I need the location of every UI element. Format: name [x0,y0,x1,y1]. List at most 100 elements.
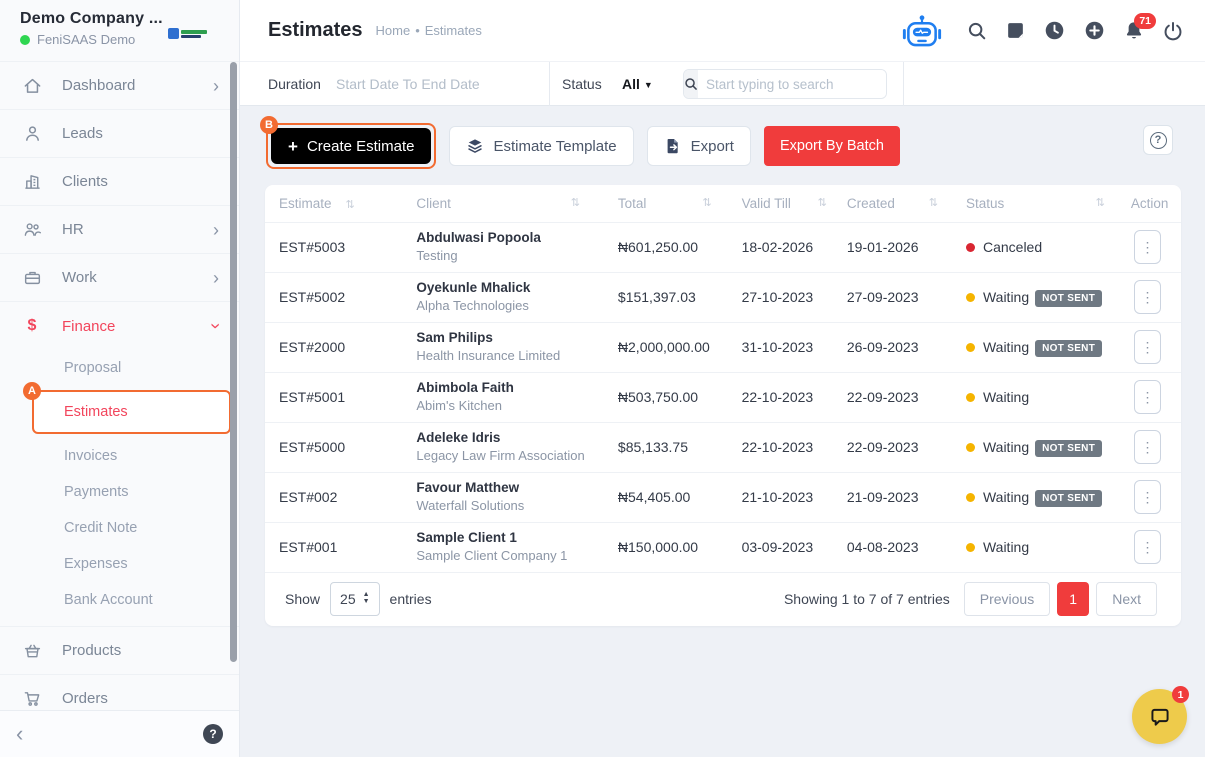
client-cell: Sample Client 1 Sample Client Company 1 [402,522,604,573]
valid-till-date: 31-10-2023 [727,322,833,373]
created-date: 04-08-2023 [832,522,952,573]
row-actions-button[interactable]: ⋮ [1134,380,1161,414]
export-by-batch-button[interactable]: Export By Batch [763,126,900,166]
history-clock-icon[interactable] [1044,20,1065,41]
kebab-menu-icon: ⋮ [1140,489,1155,505]
sidebar-item-hr[interactable]: HR › [0,206,239,254]
status-label: Waiting [982,339,1030,355]
row-actions-button[interactable]: ⋮ [1134,480,1161,514]
total-amount: ₦503,750.00 [603,372,728,423]
sort-icon[interactable]: ⇅ [818,196,827,209]
sidebar-scrollbar[interactable] [230,62,237,662]
sidebar-item-work[interactable]: Work › [0,254,239,302]
entries-label: entries [389,590,432,607]
action-cell: ⋮ [1116,472,1181,523]
estimates-table-body: EST#5003 Abdulwasi Popoola Testing ₦601,… [265,222,1181,573]
breadcrumb: Home • Estimates [376,23,482,38]
created-date: 22-09-2023 [832,422,952,473]
status-cell: Waiting NOT SENT [951,422,1117,473]
row-actions-button[interactable]: ⋮ [1134,280,1161,314]
sort-icon[interactable]: ⇅ [346,199,355,211]
home-icon [22,76,42,96]
column-header-status[interactable]: Status ⇅ [951,185,1117,223]
quick-add-plus-icon[interactable] [1084,20,1105,41]
row-actions-button[interactable]: ⋮ [1134,430,1161,464]
created-date: 19-01-2026 [832,222,952,273]
status-cell: Waiting NOT SENT [951,272,1117,323]
sort-icon[interactable]: ⇅ [571,196,580,209]
status-dot [965,443,975,452]
sidebar-item-payments[interactable]: Payments [0,474,239,510]
help-icon[interactable]: ? [203,724,223,744]
client-company: Testing [416,248,458,264]
people-icon [22,220,42,240]
column-header-client[interactable]: Client ⇅ [402,185,604,223]
select-arrows-icon: ▲ ▼ [362,591,370,605]
not-sent-badge: NOT SENT [1035,490,1103,507]
create-estimate-button[interactable]: + Create Estimate [271,128,432,164]
page-help-button[interactable]: ? [1143,125,1173,155]
sidebar-item-clients[interactable]: Clients [0,158,239,206]
next-page-button[interactable]: Next [1096,581,1157,616]
estimate-template-button[interactable]: Estimate Template [449,126,634,166]
sidebar-item-finance[interactable]: $ Finance › [0,302,239,350]
column-header-total[interactable]: Total ⇅ [603,185,728,223]
sidebar-item-label: Work [62,269,97,286]
client-company: Health Insurance Limited [416,348,561,364]
duration-range-input[interactable]: Start Date To End Date [336,62,480,106]
sidebar-item-label: Orders [62,690,108,707]
sidebar-item-credit-note[interactable]: Credit Note [0,510,239,546]
sort-icon[interactable]: ⇅ [929,196,938,209]
export-button[interactable]: Export [646,126,751,166]
current-page-button[interactable]: 1 [1057,581,1090,616]
sort-icon[interactable]: ⇅ [702,196,711,209]
previous-page-button[interactable]: Previous [963,581,1051,616]
status-dot [965,343,975,352]
total-amount: ₦54,405.00 [603,472,728,523]
ai-robot-icon[interactable] [902,14,942,47]
column-header-valid-till[interactable]: Valid Till ⇅ [727,185,833,223]
sidebar-item-label: Dashboard [62,77,136,94]
sidebar-item-dashboard[interactable]: Dashboard › [0,62,239,110]
sidebar-item-expenses[interactable]: Expenses [0,546,239,582]
feedback-note-icon[interactable] [1006,21,1025,40]
sort-icon[interactable]: ⇅ [1096,196,1105,209]
row-actions-button[interactable]: ⋮ [1134,330,1161,364]
kebab-menu-icon: ⋮ [1140,339,1155,355]
column-header-created[interactable]: Created ⇅ [832,185,952,223]
notifications-bell-icon[interactable]: 71 [1124,13,1156,41]
row-actions-button[interactable]: ⋮ [1134,230,1161,264]
logout-power-icon[interactable] [1163,21,1183,41]
sidebar-item-proposal[interactable]: Proposal [0,350,239,386]
sidebar-item-estimates[interactable]: A Estimates [23,382,231,434]
caret-down-icon: ▼ [643,80,653,90]
sub-item-label: Bank Account [64,592,153,608]
not-sent-badge: NOT SENT [1035,290,1103,307]
page-size-select[interactable]: 25 ▲ ▼ [330,581,380,616]
sidebar-item-leads[interactable]: Leads [0,110,239,158]
sub-item-label: Invoices [64,448,118,464]
status-cell: Waiting NOT SENT [951,472,1117,523]
sidebar: Demo Company ... FeniSAAS Demo Dashboard… [0,0,240,757]
estimates-card: Estimate ⇅ Client ⇅ Total ⇅ Valid Till ⇅ Cre… [265,185,1181,626]
sub-item-label: Expenses [64,556,128,572]
status-filter-dropdown[interactable]: All ▼ [622,62,653,107]
breadcrumb-home[interactable]: Home [376,23,411,38]
main-area: Estimates Home • Estimates 71 Duration S… [240,0,1205,757]
status-label: Waiting [982,539,1030,555]
search-input[interactable] [698,70,886,98]
created-date: 22-09-2023 [832,372,952,423]
collapse-sidebar-icon[interactable]: ‹ [16,723,23,745]
valid-till-date: 03-09-2023 [727,522,833,573]
sidebar-item-bank-account[interactable]: Bank Account [0,582,239,618]
client-name: Adeleke Idris [416,429,501,445]
kebab-menu-icon: ⋮ [1140,389,1155,405]
row-actions-button[interactable]: ⋮ [1134,530,1161,564]
sidebar-item-products[interactable]: Products [0,627,239,675]
status-label: Status [562,76,602,92]
chat-launcher-button[interactable]: 1 [1132,686,1189,744]
column-header-estimate[interactable]: Estimate ⇅ [265,185,403,223]
search-icon[interactable] [967,21,987,41]
status-label: Waiting [982,489,1030,505]
sidebar-item-invoices[interactable]: Invoices [0,438,239,474]
